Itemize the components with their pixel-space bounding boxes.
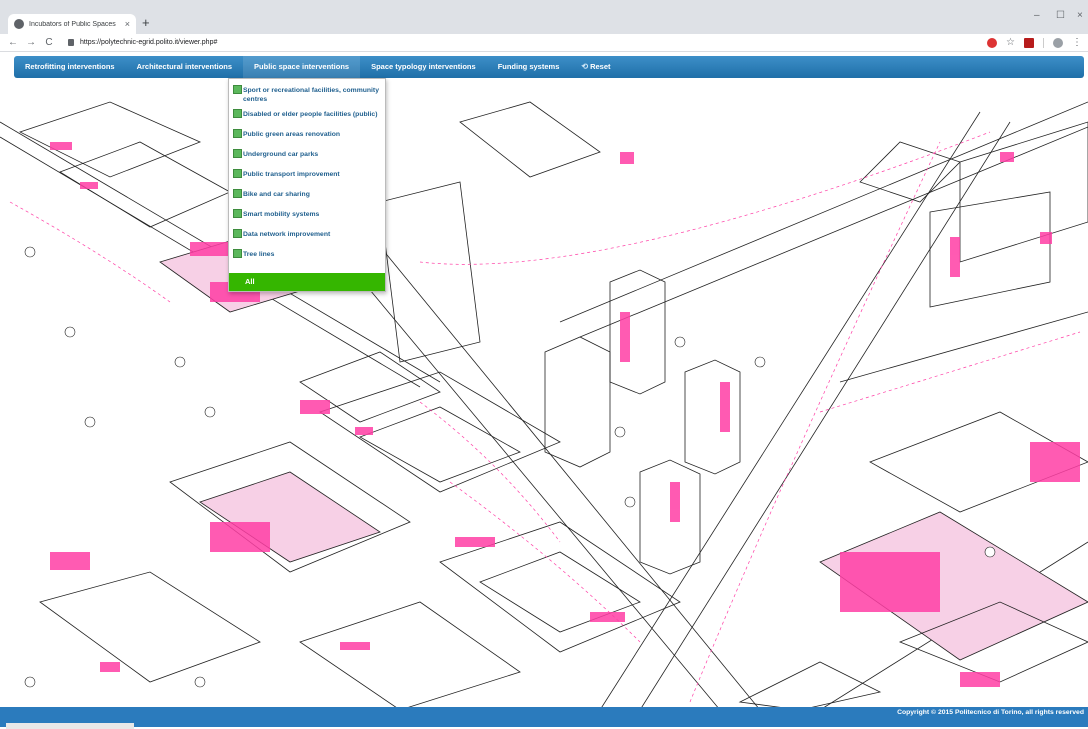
map-marker-icon xyxy=(233,189,242,198)
nav-funding[interactable]: Funding systems xyxy=(487,56,571,78)
dropdown-item-public-transport[interactable]: Public transport improvement xyxy=(232,167,382,187)
pdf-extension-icon[interactable] xyxy=(1024,37,1034,48)
toolbar-divider xyxy=(1043,37,1044,48)
bookmark-star-icon[interactable]: ☆ xyxy=(1006,37,1015,48)
main-navbar: Retrofitting interventions Architectural… xyxy=(14,56,1084,78)
reset-icon: ⟲ xyxy=(581,62,589,71)
map-marker-icon xyxy=(233,129,242,138)
dropdown-item-label: Tree lines xyxy=(243,251,275,258)
nav-architectural[interactable]: Architectural interventions xyxy=(126,56,243,78)
map-marker-icon xyxy=(233,209,242,218)
dropdown-item-sport-facilities[interactable]: Sport or recreational facilities, commun… xyxy=(232,83,382,107)
browser-tabstrip: Incubators of Public Spaces × + – ☐ × xyxy=(0,0,1088,34)
page-footer: Copyright © 2015 Politecnico di Torino, … xyxy=(0,707,1088,729)
isometric-city-map[interactable] xyxy=(0,82,1088,710)
dropdown-item-green-areas[interactable]: Public green areas renovation xyxy=(232,127,382,147)
nav-space-typology[interactable]: Space typology interventions xyxy=(360,56,487,78)
map-marker-icon xyxy=(233,169,242,178)
map-marker-icon xyxy=(233,85,242,94)
dropdown-item-label: Disabled or elder people facilities (pub… xyxy=(243,111,378,118)
copyright-text: Copyright © 2015 Politecnico di Torino, … xyxy=(897,709,1084,716)
close-tab-icon[interactable]: × xyxy=(125,19,130,29)
menu-dots-icon[interactable]: ⋮ xyxy=(1072,37,1082,48)
map-marker-icon xyxy=(233,149,242,158)
new-tab-button[interactable]: + xyxy=(142,15,150,30)
dropdown-item-label: Public transport improvement xyxy=(243,171,340,178)
dropdown-item-tree-lines[interactable]: Tree lines xyxy=(232,247,382,267)
dropdown-item-label: Underground car parks xyxy=(243,151,319,158)
map-marker-icon xyxy=(233,109,242,118)
reset-button[interactable]: ⟲ Reset xyxy=(570,56,621,78)
dropdown-item-label: Data network improvement xyxy=(243,231,331,238)
minimize-button[interactable]: – xyxy=(1034,10,1040,21)
dropdown-item-smart-mobility[interactable]: Smart mobility systems xyxy=(232,207,382,227)
toolbar-extensions: ☆ ⋮ xyxy=(987,37,1082,48)
maximize-button[interactable]: ☐ xyxy=(1056,10,1065,21)
browser-tab[interactable]: Incubators of Public Spaces × xyxy=(8,14,136,34)
reload-button[interactable]: C xyxy=(44,37,54,48)
nav-retrofitting[interactable]: Retrofitting interventions xyxy=(14,56,126,78)
dropdown-item-label: Sport or recreational facilities, commun… xyxy=(243,87,379,103)
lock-icon xyxy=(68,39,74,46)
browser-toolbar: ← → C https://polytechnic-egrid.polito.i… xyxy=(0,34,1088,52)
dropdown-item-disabled-facilities[interactable]: Disabled or elder people facilities (pub… xyxy=(232,107,382,127)
extension-icon[interactable] xyxy=(987,37,998,48)
page-content: Retrofitting interventions Architectural… xyxy=(0,52,1088,727)
forward-button[interactable]: → xyxy=(26,37,36,48)
profile-icon[interactable] xyxy=(1053,37,1063,48)
dropdown-item-bike-car-sharing[interactable]: Bike and car sharing xyxy=(232,187,382,207)
footer-scroll-tab xyxy=(6,723,134,729)
back-button[interactable]: ← xyxy=(8,37,18,48)
dropdown-all-button[interactable]: All xyxy=(229,273,385,291)
address-bar[interactable]: https://polytechnic-egrid.polito.it/view… xyxy=(80,39,217,46)
dropdown-item-label: Bike and car sharing xyxy=(243,191,310,198)
close-window-button[interactable]: × xyxy=(1077,10,1083,21)
tab-title: Incubators of Public Spaces xyxy=(29,20,116,28)
reset-label: Reset xyxy=(590,62,611,71)
dropdown-item-label: Smart mobility systems xyxy=(243,211,320,218)
map-marker-icon xyxy=(233,229,242,238)
globe-icon xyxy=(14,19,24,29)
nav-public-space[interactable]: Public space interventions xyxy=(243,56,361,78)
dropdown-item-data-network[interactable]: Data network improvement xyxy=(232,227,382,247)
public-space-dropdown: Sport or recreational facilities, commun… xyxy=(228,78,386,292)
dropdown-item-car-parks[interactable]: Underground car parks xyxy=(232,147,382,167)
dropdown-item-label: Public green areas renovation xyxy=(243,131,341,138)
map-marker-icon xyxy=(233,249,242,258)
